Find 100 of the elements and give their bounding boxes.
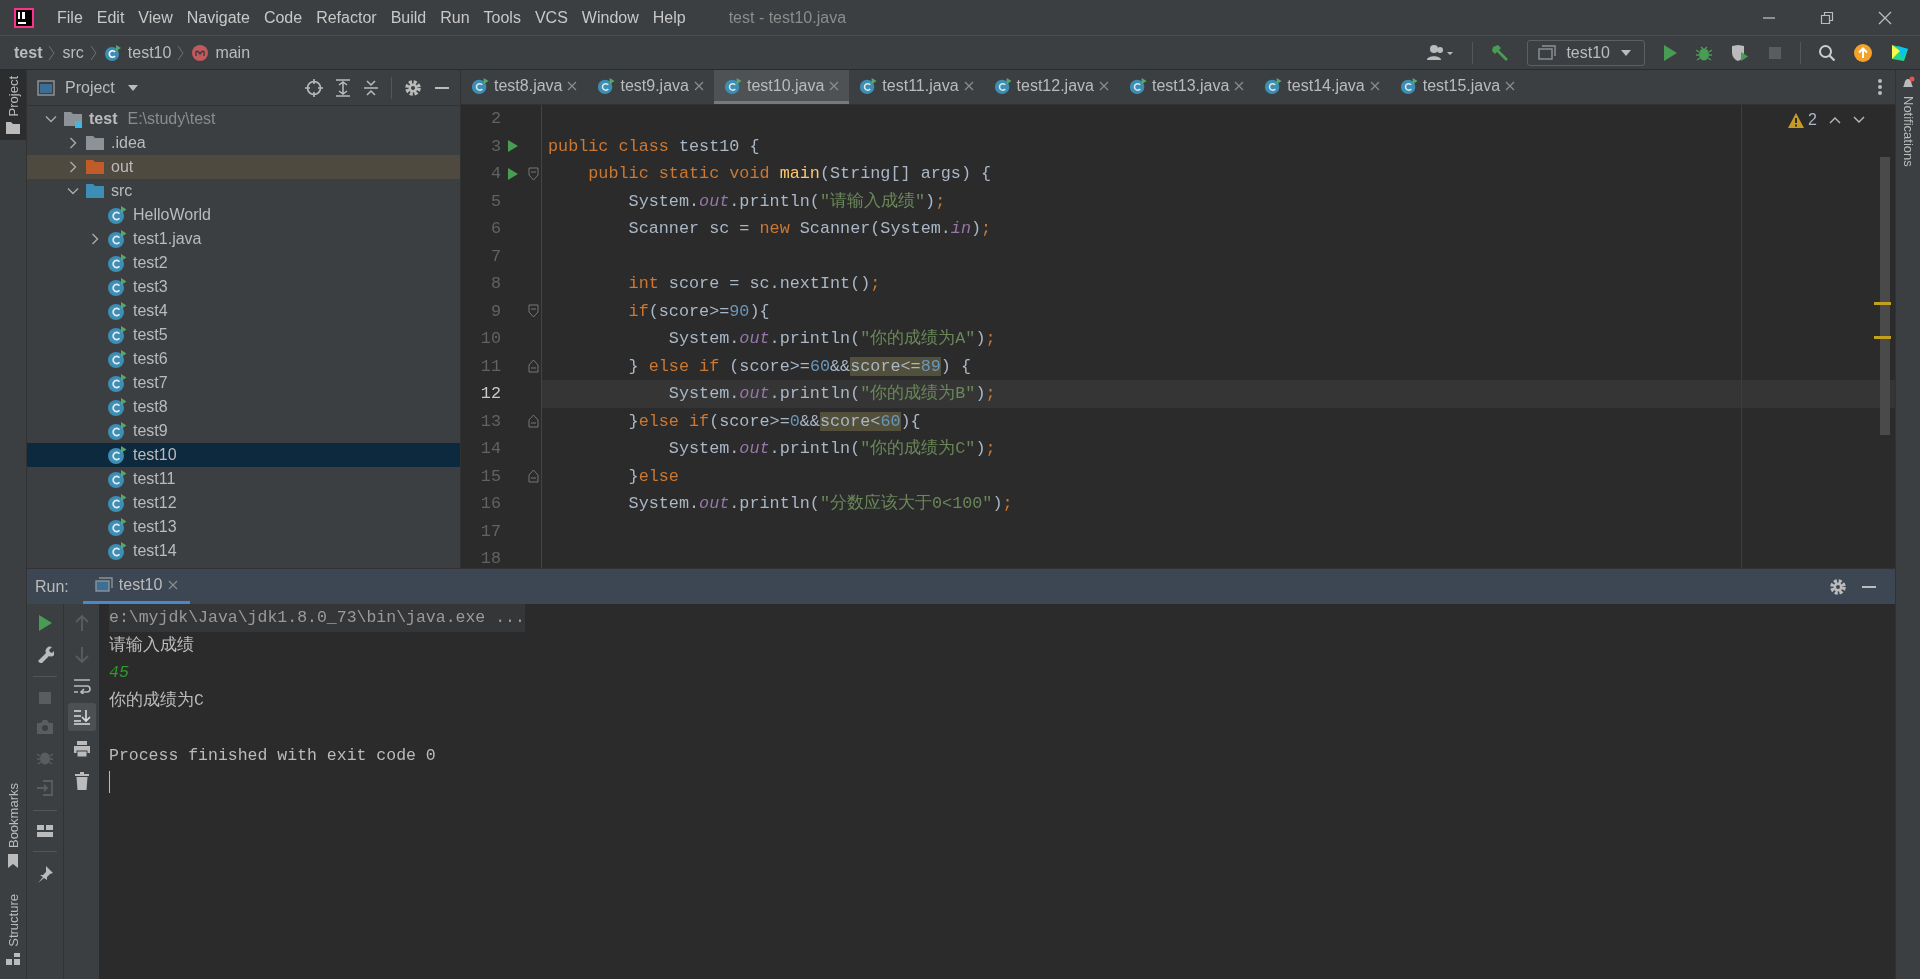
- trash-icon[interactable]: [73, 772, 90, 790]
- run-icon[interactable]: [1662, 43, 1678, 62]
- breadcrumb-item[interactable]: src: [62, 43, 84, 62]
- editor-tab[interactable]: test13.java: [1118, 70, 1255, 104]
- tree-item[interactable]: out: [27, 155, 460, 179]
- fold-marker-icon[interactable]: [527, 166, 539, 181]
- tree-item[interactable]: test5: [27, 323, 460, 347]
- rerun-icon[interactable]: [37, 614, 53, 632]
- tree-item[interactable]: test9: [27, 419, 460, 443]
- run-icon[interactable]: [507, 166, 519, 181]
- tree-item[interactable]: test7: [27, 371, 460, 395]
- close-icon[interactable]: [168, 580, 179, 590]
- close-icon[interactable]: [693, 80, 704, 91]
- user-dropdown-icon[interactable]: [1427, 43, 1456, 62]
- caret-icon[interactable]: [126, 83, 139, 92]
- tool-window-tab[interactable]: Project: [0, 70, 26, 141]
- panel-title[interactable]: Project: [65, 78, 115, 97]
- tree-item[interactable]: test11: [27, 467, 460, 491]
- menu-item[interactable]: VCS: [527, 8, 575, 27]
- fold-marker-icon[interactable]: [527, 469, 539, 484]
- breadcrumb-item[interactable]: test: [14, 43, 43, 62]
- menu-item[interactable]: Code: [256, 8, 310, 27]
- fold-marker-icon[interactable]: [527, 414, 539, 429]
- tool-window-tab[interactable]: Structure: [0, 888, 26, 971]
- tree-item[interactable]: test1.java: [27, 227, 460, 251]
- hammer-icon[interactable]: [1490, 42, 1511, 63]
- window-icon: [1538, 44, 1557, 61]
- editor-tab[interactable]: test9.java: [587, 70, 714, 104]
- close-icon[interactable]: [1878, 10, 1892, 25]
- update-icon[interactable]: [1853, 42, 1873, 63]
- layout-icon[interactable]: [36, 824, 54, 838]
- menu-item[interactable]: File: [50, 8, 90, 27]
- close-icon[interactable]: [567, 80, 578, 91]
- warning-icon[interactable]: [1788, 112, 1805, 128]
- menu-item[interactable]: Tools: [476, 8, 528, 27]
- tree-item[interactable]: test10: [27, 443, 460, 467]
- close-icon[interactable]: [1234, 80, 1245, 91]
- tree-item[interactable]: test13: [27, 515, 460, 539]
- menu-item[interactable]: View: [131, 8, 180, 27]
- settings-icon[interactable]: [1829, 577, 1847, 596]
- line-number: 16: [479, 493, 501, 515]
- tree-item[interactable]: test E:\study\test: [27, 107, 460, 131]
- chevron-up-icon[interactable]: [1829, 116, 1841, 124]
- pin-icon[interactable]: [36, 865, 54, 883]
- tree-item[interactable]: .idea: [27, 131, 460, 155]
- breadcrumb-item[interactable]: main: [215, 43, 251, 62]
- close-icon[interactable]: [1369, 80, 1380, 91]
- coverage-shield-icon[interactable]: [1730, 43, 1750, 62]
- tool-window-tab[interactable]: Bookmarks: [0, 777, 26, 875]
- fold-marker-icon[interactable]: [527, 304, 539, 319]
- tree-item[interactable]: test4: [27, 299, 460, 323]
- breadcrumb-item[interactable]: test10: [127, 43, 172, 62]
- close-icon[interactable]: [1098, 80, 1109, 91]
- close-icon[interactable]: [963, 80, 974, 91]
- folder-icon: [85, 182, 105, 200]
- warning-count[interactable]: 2: [1808, 111, 1817, 129]
- run-configuration-dropdown[interactable]: test10: [1527, 39, 1645, 66]
- editor-tab[interactable]: test8.java: [461, 70, 588, 104]
- editor-tab[interactable]: test14.java: [1254, 70, 1390, 104]
- close-icon[interactable]: [1505, 80, 1516, 91]
- tree-item[interactable]: test2: [27, 251, 460, 275]
- debug-bug-icon[interactable]: [1695, 43, 1713, 62]
- fold-marker-icon[interactable]: [527, 359, 539, 374]
- menu-item[interactable]: Help: [645, 8, 693, 27]
- run-icon[interactable]: [507, 139, 519, 154]
- line-number: 13: [479, 410, 501, 433]
- tool-window-tab[interactable]: Notifications: [1896, 70, 1920, 173]
- tree-item[interactable]: test3: [27, 275, 460, 299]
- tree-item[interactable]: test6: [27, 347, 460, 371]
- collapse-all-icon[interactable]: [363, 78, 379, 97]
- menu-item[interactable]: Navigate: [179, 8, 257, 27]
- wrench-icon[interactable]: [36, 645, 54, 663]
- settings-icon[interactable]: [404, 78, 422, 97]
- print-icon[interactable]: [72, 740, 91, 758]
- expand-all-icon[interactable]: [335, 78, 351, 97]
- menu-item[interactable]: Build: [383, 8, 434, 27]
- chevron-down-icon[interactable]: [1853, 116, 1865, 124]
- tree-item[interactable]: src: [27, 179, 460, 203]
- restore-icon[interactable]: [1820, 10, 1834, 25]
- editor-tab[interactable]: test10.java: [713, 70, 850, 104]
- scrollbar-thumb[interactable]: [1880, 157, 1890, 435]
- toolbox-logo-icon[interactable]: [1890, 42, 1910, 63]
- tree-item[interactable]: test12: [27, 491, 460, 515]
- search-icon[interactable]: [1818, 43, 1836, 62]
- tree-item[interactable]: test8: [27, 395, 460, 419]
- editor-tab[interactable]: test11.java: [849, 70, 984, 104]
- scroll-to-end-button[interactable]: [67, 703, 96, 731]
- editor-tab[interactable]: test15.java: [1389, 70, 1526, 104]
- close-icon[interactable]: [829, 80, 840, 91]
- tree-item[interactable]: HelloWorld: [27, 203, 460, 227]
- tree-item[interactable]: test14: [27, 539, 460, 563]
- soft-wrap-icon[interactable]: [72, 678, 91, 694]
- class-icon: [107, 397, 127, 417]
- editor-tab[interactable]: test12.java: [983, 70, 1119, 104]
- menu-item[interactable]: Refactor: [309, 8, 384, 27]
- more-icon[interactable]: [1877, 78, 1883, 96]
- locate-icon[interactable]: [305, 78, 323, 97]
- menu-item[interactable]: Edit: [89, 8, 132, 27]
- menu-item[interactable]: Run: [433, 8, 477, 27]
- menu-item[interactable]: Window: [574, 8, 646, 27]
